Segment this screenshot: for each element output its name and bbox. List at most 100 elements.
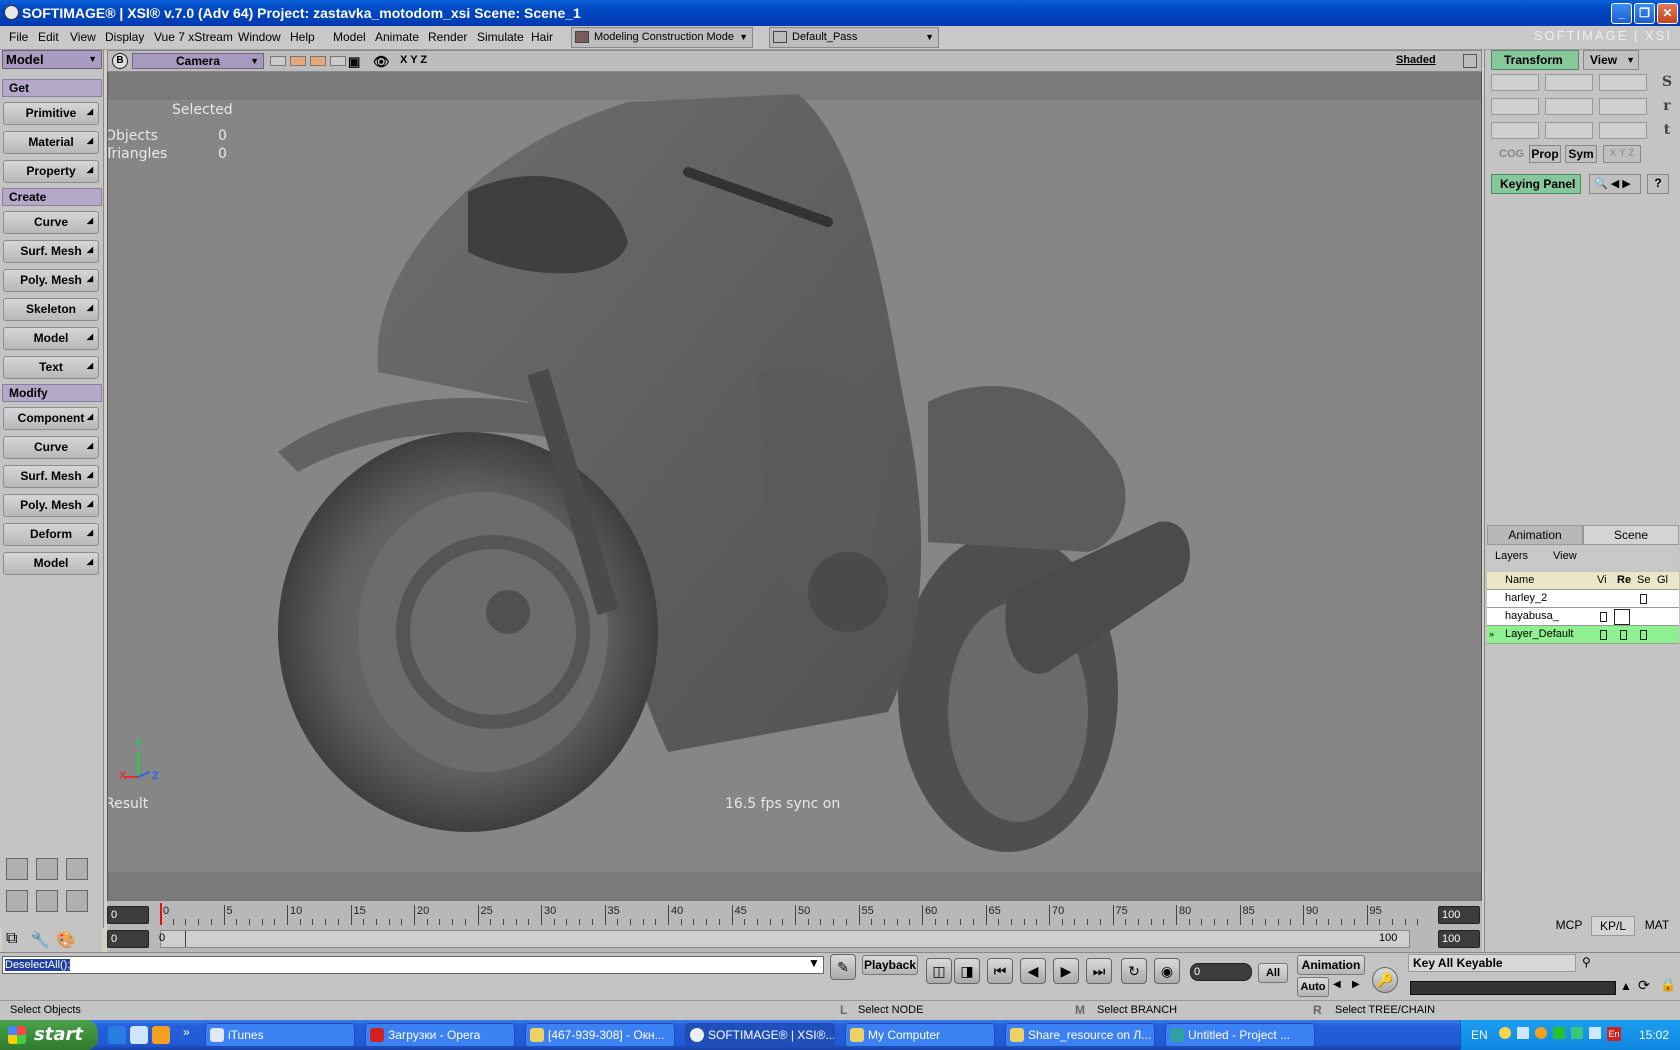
menu-view[interactable]: View — [70, 30, 96, 44]
transform-view-select[interactable]: View ▼ — [1583, 50, 1639, 70]
range-start-field[interactable]: 0 — [107, 930, 149, 948]
start-button[interactable]: start — [0, 1020, 98, 1050]
modify-curve-button[interactable]: Curve ◢ — [3, 436, 99, 459]
layer-view-menu[interactable]: View — [1553, 550, 1577, 562]
create-poly-mesh-button[interactable]: Poly. Mesh ◢ — [3, 269, 99, 292]
rotate-z-field[interactable] — [1599, 98, 1647, 115]
section-modify[interactable]: Modify — [2, 384, 102, 402]
create-surf-mesh-button[interactable]: Surf. Mesh ◢ — [3, 240, 99, 263]
scale-button[interactable]: S — [1659, 74, 1675, 90]
key-next-icon[interactable]: ▶ — [1352, 979, 1360, 990]
tray-icon[interactable] — [1571, 1027, 1583, 1039]
keying-panel-tab[interactable]: Keying Panel — [1491, 174, 1581, 194]
help-button[interactable]: ? — [1647, 174, 1669, 194]
layout-four-views-icon[interactable] — [6, 858, 28, 880]
play-backward-icon[interactable]: ◀ — [1020, 958, 1046, 984]
scene-tab[interactable]: Scene — [1583, 525, 1679, 545]
cog-toggle[interactable]: COG — [1499, 148, 1524, 160]
rotate-y-field[interactable] — [1545, 98, 1593, 115]
next-frame-icon[interactable]: ◨ — [954, 958, 980, 984]
rotate-button[interactable]: r — [1659, 98, 1675, 114]
menu-render[interactable]: Render — [428, 30, 467, 44]
scale-z-field[interactable] — [1599, 74, 1647, 91]
viewport-b-button[interactable]: B — [112, 53, 128, 69]
language-indicator[interactable]: EN — [1471, 1028, 1488, 1042]
modify-deform-button[interactable]: Deform ◢ — [3, 523, 99, 546]
ie-icon[interactable] — [108, 1026, 126, 1044]
create-skeleton-button[interactable]: Skeleton ◢ — [3, 298, 99, 321]
loop-icon[interactable]: ↻ — [1121, 958, 1147, 984]
task-share-resource[interactable]: Share_resource on Л... — [1005, 1023, 1155, 1047]
view-preset-icon[interactable] — [270, 56, 286, 66]
3d-viewport[interactable]: Selected Objects 0 Triangles 0 Result 16… — [107, 72, 1482, 900]
maximize-button[interactable]: ❐ — [1634, 3, 1655, 24]
tray-icon[interactable] — [1499, 1027, 1511, 1039]
timeline-start-field[interactable]: 0 — [107, 906, 149, 924]
rotate-x-field[interactable] — [1491, 98, 1539, 115]
more-quicklaunch-icon[interactable]: » — [183, 1025, 190, 1039]
previous-frame-icon[interactable]: ◫ — [926, 958, 952, 984]
wrench-icon[interactable]: 🔧 — [30, 930, 50, 950]
view-preset-icon[interactable] — [290, 56, 306, 66]
modify-surf-mesh-button[interactable]: Surf. Mesh ◢ — [3, 465, 99, 488]
scale-x-field[interactable] — [1491, 74, 1539, 91]
column-select[interactable]: Se — [1637, 574, 1650, 586]
render-checkbox[interactable] — [1620, 630, 1627, 640]
up-arrow-icon[interactable]: ▲ — [1620, 979, 1632, 993]
timeline-end-field[interactable]: 100 — [1438, 906, 1480, 924]
column-name[interactable]: Name — [1505, 574, 1534, 586]
sym-button[interactable]: Sym — [1565, 145, 1597, 163]
menu-help[interactable]: Help — [290, 30, 315, 44]
key-icon[interactable]: 🔑 — [1372, 967, 1398, 993]
range-slider[interactable]: 0 100 — [159, 930, 1410, 948]
eye-icon[interactable]: 👁 — [373, 54, 390, 70]
auto-key-button[interactable]: Auto — [1297, 977, 1329, 997]
play-forward-icon[interactable]: ▶ — [1053, 958, 1079, 984]
modify-poly-mesh-button[interactable]: Poly. Mesh ◢ — [3, 494, 99, 517]
shading-mode[interactable]: Shaded — [1396, 54, 1436, 66]
key-set-select[interactable]: Key All Keyable — [1408, 954, 1576, 972]
task-softimage[interactable]: SOFTIMAGE® | XSI®... — [685, 1023, 835, 1047]
tray-icon[interactable] — [1589, 1027, 1601, 1039]
all-button[interactable]: All — [1258, 963, 1288, 983]
task-itunes[interactable]: iTunes — [205, 1023, 355, 1047]
menu-file[interactable]: File — [9, 30, 28, 44]
range-end-field[interactable]: 100 — [1438, 930, 1480, 948]
construction-mode-select[interactable]: Modeling Construction Mode ▼ — [571, 27, 753, 48]
render-pass-select[interactable]: Default_Pass ▼ — [769, 27, 939, 48]
menu-display[interactable]: Display — [105, 30, 144, 44]
create-text-button[interactable]: Text ◢ — [3, 356, 99, 379]
get-primitive-button[interactable]: Primitive ◢ — [3, 102, 99, 125]
keyable-params-icon[interactable]: ⚲ — [1582, 955, 1591, 969]
maximize-viewport-icon[interactable] — [1463, 54, 1477, 68]
audio-icon[interactable]: ◉ — [1154, 958, 1180, 984]
create-curve-button[interactable]: Curve ◢ — [3, 211, 99, 234]
command-history-dropdown[interactable]: ▼ — [808, 956, 820, 970]
column-ghost[interactable]: Gl — [1657, 574, 1668, 586]
create-model-button[interactable]: Model ◢ — [3, 327, 99, 350]
animation-tab[interactable]: Animation — [1487, 525, 1583, 545]
input-language-icon[interactable]: En — [1607, 1027, 1621, 1041]
tray-icon[interactable] — [1535, 1027, 1547, 1039]
go-to-end-icon[interactable]: ⏭ — [1086, 958, 1112, 984]
layout-grid-icon[interactable] — [66, 858, 88, 880]
camera-icon[interactable]: ▣ — [348, 54, 360, 70]
menu-animate[interactable]: Animate — [375, 30, 419, 44]
menu-model[interactable]: Model — [333, 30, 366, 44]
layout-vertical-icon[interactable] — [36, 890, 58, 912]
translate-button[interactable]: t — [1659, 122, 1675, 138]
layout-single-view-icon[interactable] — [36, 858, 58, 880]
camera-select[interactable]: Camera ▼ — [132, 53, 264, 69]
menu-hair[interactable]: Hair — [531, 30, 553, 44]
view-preset-icon[interactable] — [310, 56, 326, 66]
translate-y-field[interactable] — [1545, 122, 1593, 139]
range-slider-handle[interactable] — [185, 931, 186, 947]
menu-simulate[interactable]: Simulate — [477, 30, 524, 44]
kpl-tab[interactable]: KP/L — [1591, 916, 1635, 936]
playback-menu-button[interactable]: Playback — [862, 955, 918, 975]
playhead[interactable] — [160, 903, 162, 925]
mcp-tab[interactable]: MCP — [1547, 916, 1591, 936]
task-opera[interactable]: Загрузки - Opera — [365, 1023, 515, 1047]
illustrator-icon[interactable] — [152, 1026, 170, 1044]
tray-icon[interactable] — [1517, 1027, 1529, 1039]
